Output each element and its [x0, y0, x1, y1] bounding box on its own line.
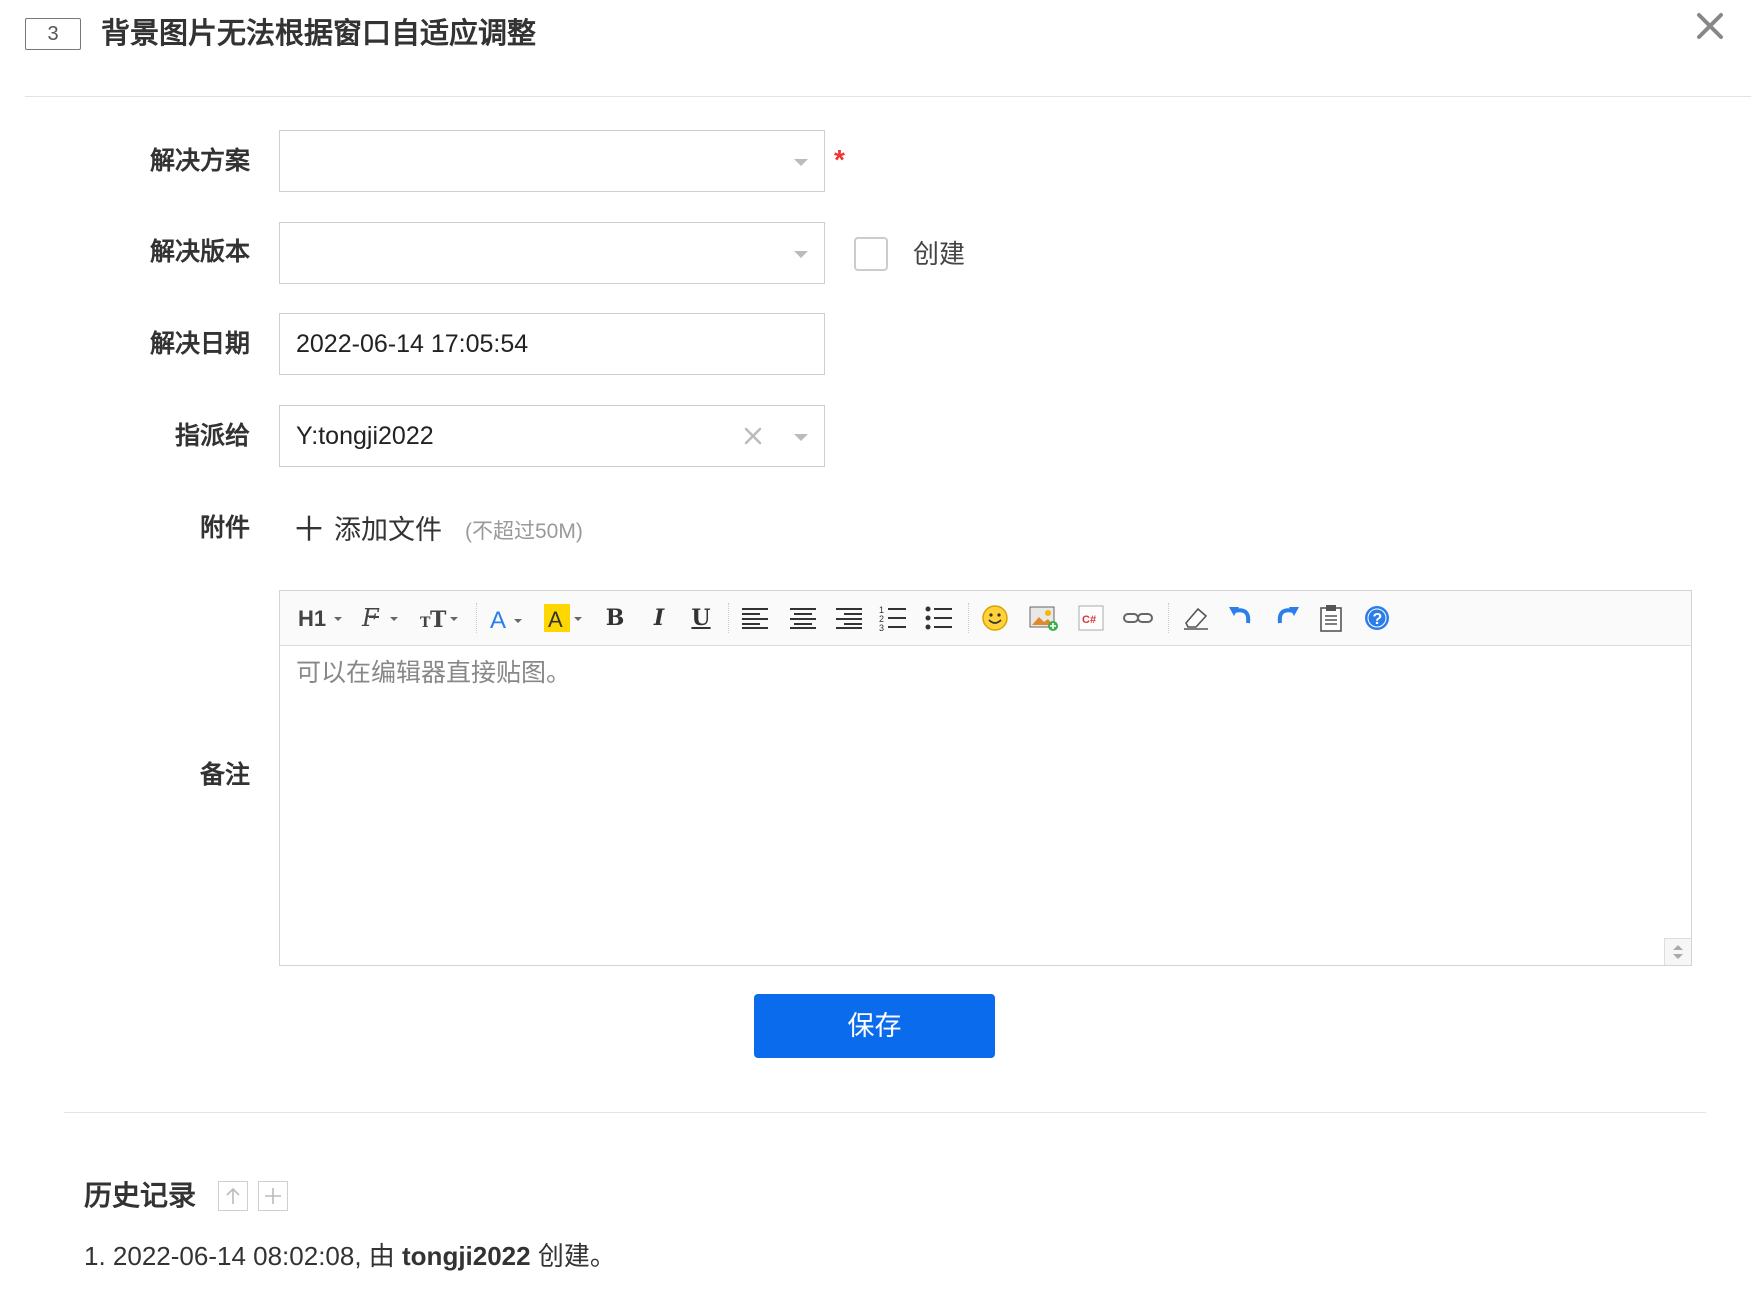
chevron-down-icon	[794, 251, 808, 258]
history-entry-user: tongji2022	[402, 1241, 531, 1271]
svg-text:T: T	[430, 607, 447, 633]
solution-select[interactable]	[279, 130, 825, 192]
link-icon[interactable]	[1120, 601, 1156, 635]
code-icon[interactable]: C#	[1074, 601, 1108, 635]
editor-toolbar: H1 F TT A A B I U 123 C# ?	[280, 591, 1691, 646]
align-right-icon[interactable]	[832, 601, 866, 635]
page-title: 背景图片无法根据窗口自适应调整	[101, 18, 537, 50]
history-entry-suffix: 创建。	[530, 1241, 616, 1271]
ordered-list-icon[interactable]: 123	[876, 601, 910, 635]
eraser-icon[interactable]	[1178, 601, 1214, 635]
assign-label: 指派给	[174, 422, 250, 450]
attachment-limit: (不超过50M)	[465, 520, 583, 543]
issue-id-badge: 3	[25, 18, 81, 50]
create-version-checkbox[interactable]	[854, 237, 888, 271]
assign-select[interactable]: Y:tongji2022	[279, 405, 825, 467]
version-select[interactable]	[279, 222, 825, 284]
heading-icon[interactable]: H1	[296, 601, 346, 635]
date-input[interactable]: 2022-06-14 17:05:54	[279, 313, 825, 375]
highlight-icon[interactable]: A	[542, 601, 586, 635]
svg-text:A: A	[490, 607, 506, 634]
add-file-button[interactable]: ＋ 添加文件	[292, 510, 442, 550]
history-entry-prefix: 1. 2022-06-14 08:02:08, 由	[84, 1241, 403, 1271]
font-family-icon[interactable]: F	[360, 601, 404, 635]
create-version-label[interactable]: 创建	[913, 234, 965, 274]
required-mark: *	[834, 144, 845, 175]
align-center-icon[interactable]	[786, 601, 820, 635]
date-value: 2022-06-14 17:05:54	[296, 330, 529, 358]
svg-text:H1: H1	[298, 606, 326, 631]
clear-icon[interactable]	[740, 423, 766, 449]
plus-icon[interactable]	[258, 1181, 288, 1211]
chevron-down-icon	[794, 434, 808, 441]
add-file-label: 添加文件	[334, 515, 442, 545]
svg-text:A: A	[548, 607, 563, 632]
italic-icon[interactable]: I	[644, 601, 674, 635]
unordered-list-icon[interactable]	[922, 601, 956, 635]
save-button[interactable]: 保存	[754, 994, 995, 1058]
arrow-up-icon[interactable]	[218, 1181, 248, 1211]
header-divider	[25, 96, 1751, 97]
align-left-icon[interactable]	[738, 601, 772, 635]
bold-icon[interactable]: B	[600, 601, 630, 635]
svg-text:C#: C#	[1082, 614, 1096, 626]
font-size-icon[interactable]: TT	[418, 601, 464, 635]
version-label: 解决版本	[149, 238, 250, 266]
undo-icon[interactable]	[1224, 601, 1258, 635]
chevron-down-icon	[794, 159, 808, 166]
resize-handle[interactable]	[1664, 938, 1691, 965]
solution-label: 解决方案	[149, 147, 250, 175]
history-title: 历史记录	[84, 1180, 197, 1211]
section-divider	[64, 1112, 1706, 1113]
svg-text:3: 3	[879, 623, 884, 632]
image-icon[interactable]	[1026, 601, 1062, 635]
underline-icon[interactable]: U	[686, 601, 716, 635]
remark-label: 备注	[199, 761, 250, 789]
font-color-icon[interactable]: A	[486, 601, 528, 635]
assign-value: Y:tongji2022	[296, 422, 434, 450]
svg-text:?: ?	[1373, 611, 1383, 628]
emoji-icon[interactable]	[978, 601, 1012, 635]
toolbar-separator	[968, 603, 970, 633]
history-entry: 1. 2022-06-14 08:02:08, 由 tongji2022 创建。	[84, 1236, 616, 1276]
help-icon[interactable]: ?	[1360, 601, 1394, 635]
toolbar-separator	[1168, 603, 1170, 633]
editor-placeholder: 可以在编辑器直接贴图。	[296, 659, 572, 687]
redo-icon[interactable]	[1270, 601, 1304, 635]
paste-icon[interactable]	[1314, 601, 1348, 635]
rich-text-editor[interactable]: H1 F TT A A B I U 123 C# ? 可以在编辑器直接贴图。	[279, 590, 1692, 966]
date-label: 解决日期	[149, 330, 250, 358]
toolbar-separator	[476, 603, 478, 633]
plus-icon: ＋	[292, 511, 326, 549]
attachment-label: 附件	[199, 514, 250, 542]
close-icon[interactable]	[1690, 6, 1730, 46]
toolbar-separator	[728, 603, 730, 633]
